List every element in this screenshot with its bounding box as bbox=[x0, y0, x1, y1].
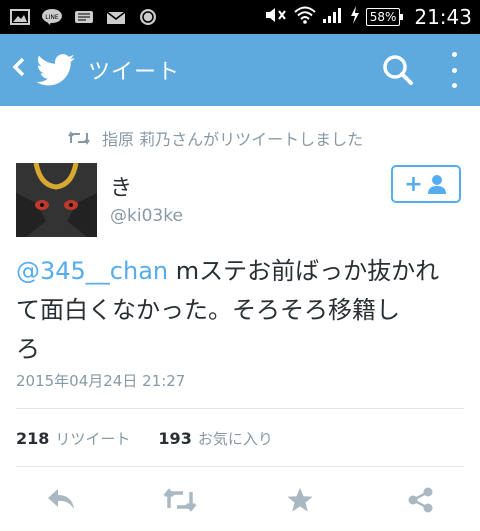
favorite-count-label: お気に入り bbox=[197, 430, 273, 448]
dot bbox=[451, 52, 457, 57]
reply-icon bbox=[48, 489, 74, 509]
tweet-body-line: mステお前ばっか抜かれ bbox=[168, 257, 440, 285]
share-icon bbox=[408, 487, 433, 513]
wifi-icon bbox=[294, 6, 316, 28]
battery-indicator: 58% bbox=[365, 8, 404, 26]
retweet-count[interactable]: 218 bbox=[16, 429, 49, 448]
divider bbox=[16, 408, 464, 409]
retweet-icon bbox=[163, 488, 197, 512]
retweet-icon bbox=[68, 131, 90, 145]
chevron-left-icon bbox=[12, 57, 25, 77]
app-icon bbox=[136, 7, 160, 27]
share-button[interactable] bbox=[401, 482, 441, 518]
retweet-count-label: リツイート bbox=[55, 430, 131, 448]
favorite-count[interactable]: 193 bbox=[158, 429, 191, 448]
tweet-timestamp: 2015年04月24日 21:27 bbox=[16, 372, 186, 390]
mute-icon bbox=[264, 6, 288, 28]
tweet-body-line: て面白くなかった。そろそろ移籍し bbox=[16, 296, 400, 324]
dot bbox=[451, 67, 457, 73]
app-icon bbox=[72, 7, 96, 27]
favorite-button[interactable] bbox=[280, 482, 320, 518]
dot bbox=[451, 83, 457, 88]
more-options-button[interactable] bbox=[442, 50, 466, 90]
signal-icon bbox=[322, 6, 344, 28]
mail-icon bbox=[104, 7, 128, 27]
tweet-actions bbox=[0, 482, 480, 522]
back-button[interactable] bbox=[2, 55, 36, 85]
avatar-image bbox=[16, 163, 97, 237]
search-button[interactable] bbox=[380, 52, 416, 88]
retweet-notice: 指原 莉乃さんがリツイートしました bbox=[68, 126, 363, 150]
image-icon bbox=[8, 7, 32, 27]
retweet-notice-text: 指原 莉乃さんがリツイートしました bbox=[102, 130, 364, 149]
star-icon bbox=[287, 487, 313, 512]
divider bbox=[16, 466, 464, 467]
status-clock: 21:43 bbox=[414, 5, 472, 29]
search-icon bbox=[383, 55, 413, 85]
page-title: ツイート bbox=[88, 60, 181, 85]
line-icon: LINE bbox=[40, 7, 64, 27]
svg-text:LINE: LINE bbox=[45, 14, 59, 21]
tweet-text: @345__chan mステお前ばっか抜かれ て面白くなかった。そろそろ移籍し … bbox=[16, 252, 468, 369]
follow-button[interactable]: + bbox=[391, 165, 461, 203]
tweet-body-line: ろ bbox=[16, 335, 40, 363]
charging-icon bbox=[350, 6, 360, 28]
twitter-bird-icon bbox=[36, 54, 75, 86]
user-icon bbox=[427, 175, 446, 194]
plus-icon: + bbox=[404, 171, 423, 197]
reply-button[interactable] bbox=[41, 482, 81, 518]
app-bar: ツイート bbox=[0, 34, 480, 106]
status-bar: LINE 58% 21:43 bbox=[0, 0, 480, 34]
tweet-stats: 218 リツイート 193 お気に入り bbox=[16, 428, 273, 449]
user-handle[interactable]: @ki03ke bbox=[110, 206, 183, 226]
retweet-button[interactable] bbox=[160, 482, 200, 518]
display-name[interactable]: き bbox=[110, 170, 132, 202]
avatar[interactable] bbox=[16, 163, 97, 237]
mention-link[interactable]: @345__chan bbox=[16, 257, 168, 285]
